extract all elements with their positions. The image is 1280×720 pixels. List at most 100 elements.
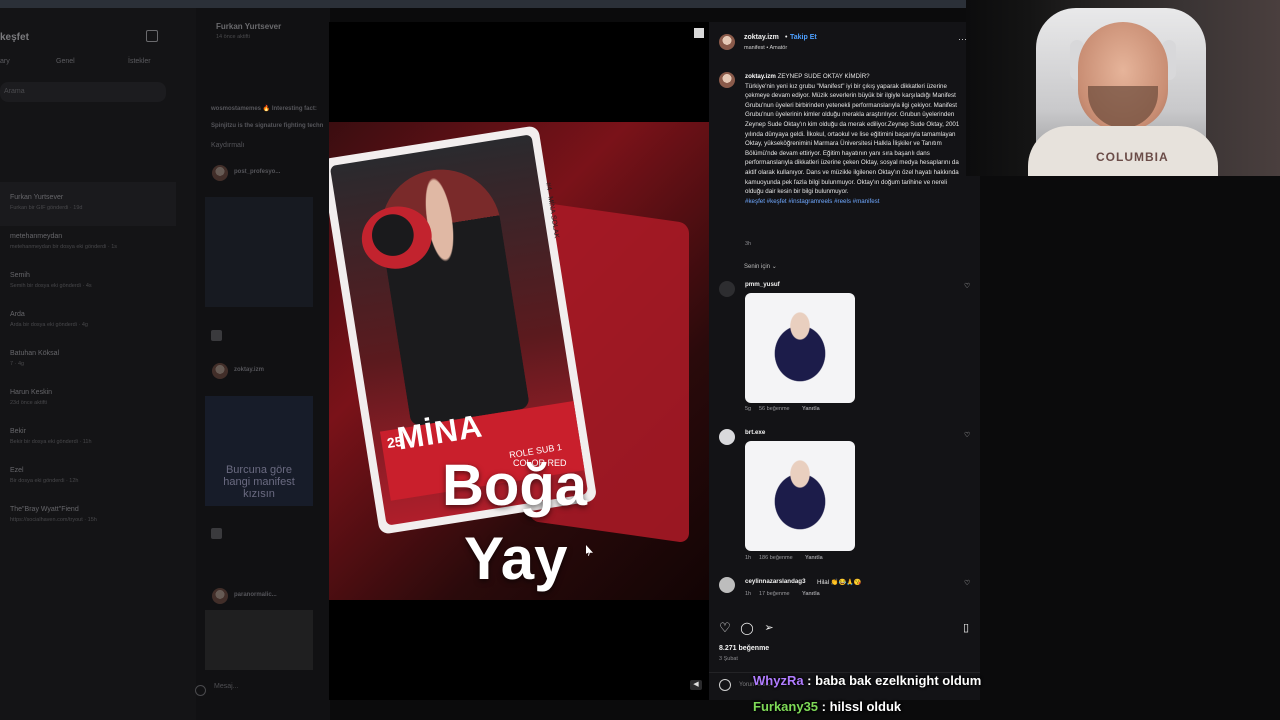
caption-body: Türkiye'nin yeni kız grubu "Manifest" iy… bbox=[745, 82, 960, 196]
chat-contact-name[interactable]: Furkan Yurtsever bbox=[216, 22, 281, 31]
comment-time: 5g bbox=[745, 406, 752, 412]
shared-post-user[interactable]: paranormalic... bbox=[234, 592, 277, 598]
conversation-item[interactable]: Harun Keskin 23d önce aktifti bbox=[10, 389, 190, 419]
comment-icon[interactable]: ◯ bbox=[740, 621, 754, 635]
post-date: 3 Şubat bbox=[719, 656, 738, 662]
share-icon[interactable]: ➢ bbox=[762, 621, 776, 635]
chat-message: wosmostamemes 🔥 Interesting fact: bbox=[211, 106, 317, 112]
chevron-down-icon: ⌄ bbox=[771, 264, 777, 270]
post-username[interactable]: zoktay.izm bbox=[744, 34, 779, 41]
avatar bbox=[212, 165, 228, 181]
conversation-item[interactable]: Batuhan Köksal 7 · 4g bbox=[10, 350, 190, 380]
emoji-icon[interactable] bbox=[195, 685, 206, 696]
comment-username[interactable]: pmm_yusuf bbox=[745, 281, 780, 288]
conversation-item[interactable]: Arda Arda bir dosya eki gönderdi · 4g bbox=[10, 311, 190, 341]
comment-gif[interactable] bbox=[745, 293, 855, 403]
compose-icon[interactable] bbox=[146, 30, 158, 42]
message-input[interactable]: Mesaj... bbox=[214, 683, 239, 690]
shared-reel-caption: Burcuna göre hangi manifest kızısın bbox=[223, 464, 295, 500]
reel-icon bbox=[211, 528, 222, 539]
conversation-item[interactable]: Furkan Yurtsever Furkan bir GIF gönderdi … bbox=[10, 194, 190, 224]
comment-time: 1h bbox=[745, 555, 752, 561]
avatar[interactable] bbox=[719, 281, 735, 297]
comment-username[interactable]: brt.exe bbox=[745, 429, 765, 436]
conversation-item[interactable]: Semih Semih bir dosya eki gönderdi · 4s bbox=[10, 272, 190, 302]
conversation-snippet: Furkan bir GIF gönderdi · 19d bbox=[10, 205, 83, 211]
chat-text: baba bak ezelknight oldum bbox=[815, 673, 982, 688]
conversation-name: Semih bbox=[10, 272, 30, 279]
reply-button[interactable]: Yanıtla bbox=[802, 591, 820, 597]
comment-likes[interactable]: 186 beğenme bbox=[759, 555, 793, 561]
conversation-snippet: Semih bir dosya eki gönderdi · 4s bbox=[10, 283, 92, 289]
tab-primary[interactable]: ary bbox=[0, 58, 10, 65]
avatar bbox=[212, 363, 228, 379]
stream-chat-message: Furkany35 : hilssl olduk bbox=[753, 699, 902, 714]
conversation-item[interactable]: Ezel Bir dosya eki gönderdi · 12h bbox=[10, 467, 190, 497]
like-heart-icon[interactable]: ♡ bbox=[718, 621, 732, 635]
post-subline: manifest • Amatör bbox=[744, 45, 788, 51]
reply-button[interactable]: Yanıtla bbox=[805, 555, 823, 561]
overlay-text-line2: Yay bbox=[464, 525, 568, 592]
shared-reel-thumbnail[interactable] bbox=[205, 197, 313, 307]
tab-requests[interactable]: İstekler bbox=[128, 58, 151, 65]
bookmark-icon[interactable] bbox=[694, 28, 704, 38]
dm-title[interactable]: keşfet bbox=[0, 32, 29, 43]
chat-username: Furkany35 bbox=[753, 699, 819, 714]
conversation-name: Bekir bbox=[10, 428, 26, 435]
heart-icon[interactable]: ♡ bbox=[964, 431, 970, 439]
separator-dot: • bbox=[785, 34, 788, 41]
avatar bbox=[212, 588, 228, 604]
stream-chat-message: WhyzRa : baba bak ezelknight oldum bbox=[753, 673, 982, 688]
webcam-feed: COLUMBIA bbox=[966, 0, 1280, 176]
mute-icon[interactable]: ◀ bbox=[690, 680, 702, 690]
comment-sort-dropdown[interactable]: Senin için ⌄ bbox=[744, 263, 777, 270]
like-count[interactable]: 8.271 beğenme bbox=[719, 645, 769, 652]
follow-button[interactable]: Takip Et bbox=[790, 34, 817, 41]
reel-icon bbox=[211, 330, 222, 341]
conversation-snippet: Arda bir dosya eki gönderdi · 4g bbox=[10, 322, 88, 328]
shared-reel-thumbnail[interactable] bbox=[205, 610, 313, 670]
conversation-item[interactable]: The"Bray Wyatt"Fiend https://socialhaven.… bbox=[10, 506, 190, 536]
comment-likes[interactable]: 56 beğenme bbox=[759, 406, 790, 412]
overlay-text-line1: Boğa bbox=[442, 453, 587, 518]
comment-likes[interactable]: 17 beğenme bbox=[759, 591, 790, 597]
caption-hashtags[interactable]: #keşfet #keşfet #instagramreels #reels #… bbox=[745, 198, 879, 205]
conversation-name: Furkan Yurtsever bbox=[10, 194, 64, 201]
chat-message: Spinjitzu is the signature fighting tech… bbox=[211, 123, 324, 129]
heart-icon[interactable]: ♡ bbox=[964, 282, 970, 290]
tab-general[interactable]: Genel bbox=[56, 58, 75, 65]
conversation-name: The"Bray Wyatt"Fiend bbox=[10, 506, 79, 513]
chat-contact-status: 14 önce aktifti bbox=[216, 34, 250, 40]
shared-post-user[interactable]: post_profesyo... bbox=[234, 169, 280, 175]
search-input[interactable]: Arama bbox=[0, 82, 166, 102]
avatar[interactable] bbox=[719, 429, 735, 445]
avatar[interactable] bbox=[719, 577, 735, 593]
comment-gif[interactable] bbox=[745, 441, 855, 551]
emoji-icon[interactable] bbox=[719, 679, 731, 691]
heart-icon[interactable]: ♡ bbox=[964, 579, 970, 587]
conversation-snippet: 7 · 4g bbox=[10, 361, 25, 367]
post-caption: zoktay.izm ZEYNEP SUDE OKTAY KİMDİR? Tür… bbox=[745, 72, 967, 206]
avatar[interactable] bbox=[719, 72, 735, 88]
caption-title: ZEYNEP SUDE OKTAY KİMDİR? bbox=[777, 73, 870, 80]
conversation-item[interactable]: Bekir Bekir bir dosya eki gönderdi · 11h bbox=[10, 428, 190, 458]
conversation-item[interactable]: metehanmeydan metehanmeydan bir dosya eki… bbox=[10, 233, 190, 263]
conversation-name: metehanmeydan bbox=[10, 233, 63, 240]
caption-username[interactable]: zoktay.izm bbox=[745, 73, 776, 80]
comment-time: 1h bbox=[745, 591, 752, 597]
conversation-name: Harun Keskin bbox=[10, 389, 53, 396]
chat-section-label: Kaydırmalı bbox=[211, 142, 245, 149]
caption-time: 3h bbox=[745, 241, 752, 247]
shirt-logo: COLUMBIA bbox=[1096, 150, 1169, 164]
person-figure bbox=[372, 160, 531, 427]
stream-background bbox=[980, 176, 1280, 720]
comment-text: Hilal 👏😂🙏😘 bbox=[817, 579, 862, 586]
sort-label: Senin için bbox=[744, 264, 771, 270]
conversation-name: Arda bbox=[10, 311, 25, 318]
chat-text: hilssl olduk bbox=[829, 699, 902, 714]
shared-post-user[interactable]: zoktay.izm bbox=[234, 367, 264, 373]
comment-username[interactable]: ceylinnazarslandag3 bbox=[745, 578, 806, 585]
avatar[interactable] bbox=[719, 34, 735, 50]
reply-button[interactable]: Yanıtla bbox=[802, 406, 820, 412]
save-bookmark-icon[interactable]: ▯ bbox=[959, 621, 973, 635]
